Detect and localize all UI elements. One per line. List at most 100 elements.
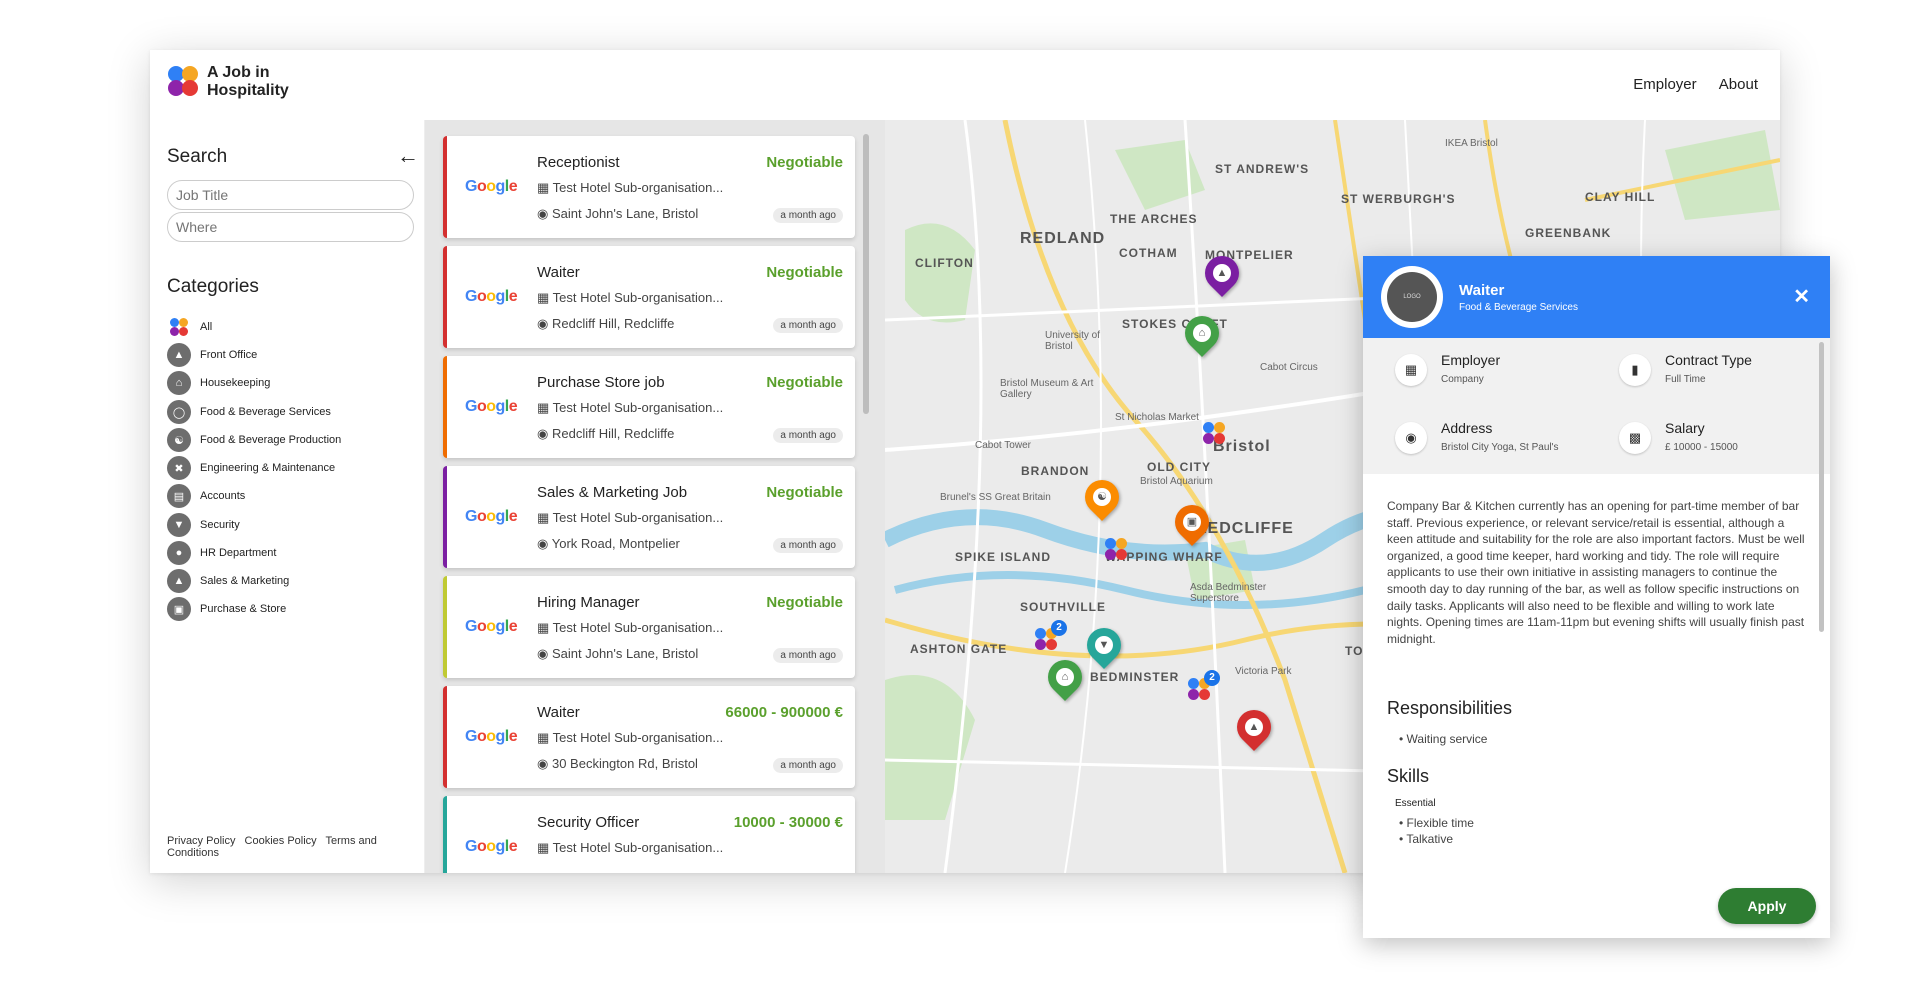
basket-icon: ▣ [167,597,191,621]
address-label: Address [1441,420,1493,436]
map-place: Bristol Aquarium [1140,476,1213,487]
close-icon[interactable]: ✕ [1793,284,1810,309]
skill-item: • Talkative [1399,832,1454,846]
job-card[interactable]: Google Purchase Store job Negotiable ▦ T… [443,356,855,458]
map-label: COTHAM [1119,246,1178,260]
job-org-text: Test Hotel Sub-organisation... [552,290,724,305]
job-list: Google Receptionist Negotiable ▦ Test Ho… [425,120,885,873]
chart-icon: ▲ [167,569,191,593]
job-location: ◉ Redcliff Hill, Redcliffe [537,426,675,441]
job-salary: Negotiable [766,154,843,171]
category-housekeeping[interactable]: ⌂ Housekeeping [167,370,270,396]
employer-label: Employer [1441,352,1501,368]
job-location-text: Redcliff Hill, Redcliffe [551,316,675,331]
category-engineering-maintenance[interactable]: ✖ Engineering & Maintenance [167,455,335,481]
google-logo: Google [465,728,518,746]
cookies-policy-link[interactable]: Cookies Policy [245,835,317,847]
google-logo: Google [465,618,518,636]
all-categories-icon [167,315,191,339]
category-security[interactable]: ▼ Security [167,512,240,538]
job-card[interactable]: Google Waiter Negotiable ▦ Test Hotel Su… [443,246,855,348]
sidebar: Search ← Categories All ▲ Front Office ⌂… [150,120,425,873]
job-salary: Negotiable [766,374,843,391]
job-title: Sales & Marketing Job [537,484,688,501]
category-hr-department[interactable]: ● HR Department [167,540,276,566]
job-title: Hiring Manager [537,594,640,611]
job-title-input[interactable] [167,180,414,210]
job-card[interactable]: Google Security Officer 10000 - 30000 € … [443,796,855,873]
category-front-office[interactable]: ▲ Front Office [167,342,257,368]
job-location-text: Redcliff Hill, Redcliffe [551,426,675,441]
company-logo-text: LOGO [1387,272,1437,322]
tools-icon: ✖ [167,456,191,480]
map-place: St Nicholas Market [1115,412,1199,423]
nav-about[interactable]: About [1719,76,1758,93]
skills-group: Essential [1395,798,1436,809]
address-value: Bristol City Yoga, St Paul's [1441,442,1559,453]
nav-employer[interactable]: Employer [1633,76,1696,93]
job-description: Company Bar & Kitchen currently has an o… [1387,499,1805,646]
map-cluster[interactable]: 2 [1188,670,1220,704]
category-label: Food & Beverage Services [200,406,331,418]
job-location: ◉ Saint John's Lane, Bristol [537,646,699,661]
category-accounts[interactable]: ▤ Accounts [167,483,245,509]
category-food-beverage-production[interactable]: ☯ Food & Beverage Production [167,427,341,453]
apply-button[interactable]: Apply [1718,888,1816,924]
category-food-beverage-services[interactable]: ◯ Food & Beverage Services [167,399,331,425]
map-place: Cabot Circus [1260,362,1318,373]
map-place: University of Bristol [1045,330,1101,352]
employer-value: Company [1441,374,1484,385]
skills-title: Skills [1387,766,1430,786]
map-group-marker[interactable] [1203,422,1229,448]
job-card[interactable]: Google Sales & Marketing Job Negotiable … [443,466,855,568]
job-age-badge: a month ago [773,758,843,773]
job-org-text: Test Hotel Sub-organisation... [552,400,724,415]
top-bar: A Job in Hospitality Employer About [150,50,1780,120]
map-cluster[interactable]: 2 [1035,620,1067,654]
app-logo-icon[interactable] [168,66,200,98]
map-label: ST WERBURGH'S [1341,192,1456,206]
job-card[interactable]: Google Hiring Manager Negotiable ▦ Test … [443,576,855,678]
job-location-text: York Road, Montpelier [551,536,680,551]
job-title: Waiter [537,264,580,281]
category-all[interactable]: All [167,314,212,340]
job-org: ▦ Test Hotel Sub-organisation... [537,400,724,415]
category-label: Engineering & Maintenance [200,462,336,474]
job-location-text: Saint John's Lane, Bristol [551,206,699,221]
where-input[interactable] [167,212,414,242]
job-org-text: Test Hotel Sub-organisation... [552,510,724,525]
map-place: IKEA Bristol [1445,138,1498,149]
shield-icon: ▼ [1095,636,1113,654]
job-salary: Negotiable [766,594,843,611]
job-card[interactable]: Google Receptionist Negotiable ▦ Test Ho… [443,136,855,238]
job-location-text: Saint John's Lane, Bristol [551,646,699,661]
job-title: Receptionist [537,154,620,171]
job-list-scrollbar[interactable] [863,134,869,414]
job-org: ▦ Test Hotel Sub-organisation... [537,290,724,305]
detail-category: Food & Beverage Services [1459,302,1578,313]
map-group-marker[interactable] [1105,538,1131,564]
detail-info: ▦ Employer Company ▮ Contract Type Full … [1363,338,1830,474]
category-sales-marketing[interactable]: ▲ Sales & Marketing [167,568,289,594]
job-age-badge: a month ago [773,428,843,443]
cluster-count: 2 [1204,670,1220,686]
category-label: Housekeeping [200,377,271,389]
job-card[interactable]: Google Waiter 66000 - 900000 € ▦ Test Ho… [443,686,855,788]
category-purchase-store[interactable]: ▣ Purchase & Store [167,596,286,622]
job-org-text: Test Hotel Sub-organisation... [552,840,724,855]
privacy-policy-link[interactable]: Privacy Policy [167,835,235,847]
google-logo-text: Google [465,178,518,195]
map-label: GREENBANK [1525,226,1612,240]
job-salary: Negotiable [766,484,843,501]
back-arrow-icon[interactable]: ← [397,143,419,169]
map-label: CLIFTON [915,256,974,270]
map-place: Bristol Museum & Art Gallery [1000,378,1094,400]
job-location: ◉ Saint John's Lane, Bristol [537,206,699,221]
detail-header: LOGO Waiter Food & Beverage Services ✕ [1363,256,1830,338]
map-label: SPIKE ISLAND [955,550,1052,564]
job-org: ▦ Test Hotel Sub-organisation... [537,510,724,525]
building-icon: ▦ [1395,354,1427,386]
detail-scrollbar[interactable] [1819,342,1824,632]
house-icon: ⌂ [1056,668,1074,686]
responsibilities-title: Responsibilities [1387,698,1513,718]
